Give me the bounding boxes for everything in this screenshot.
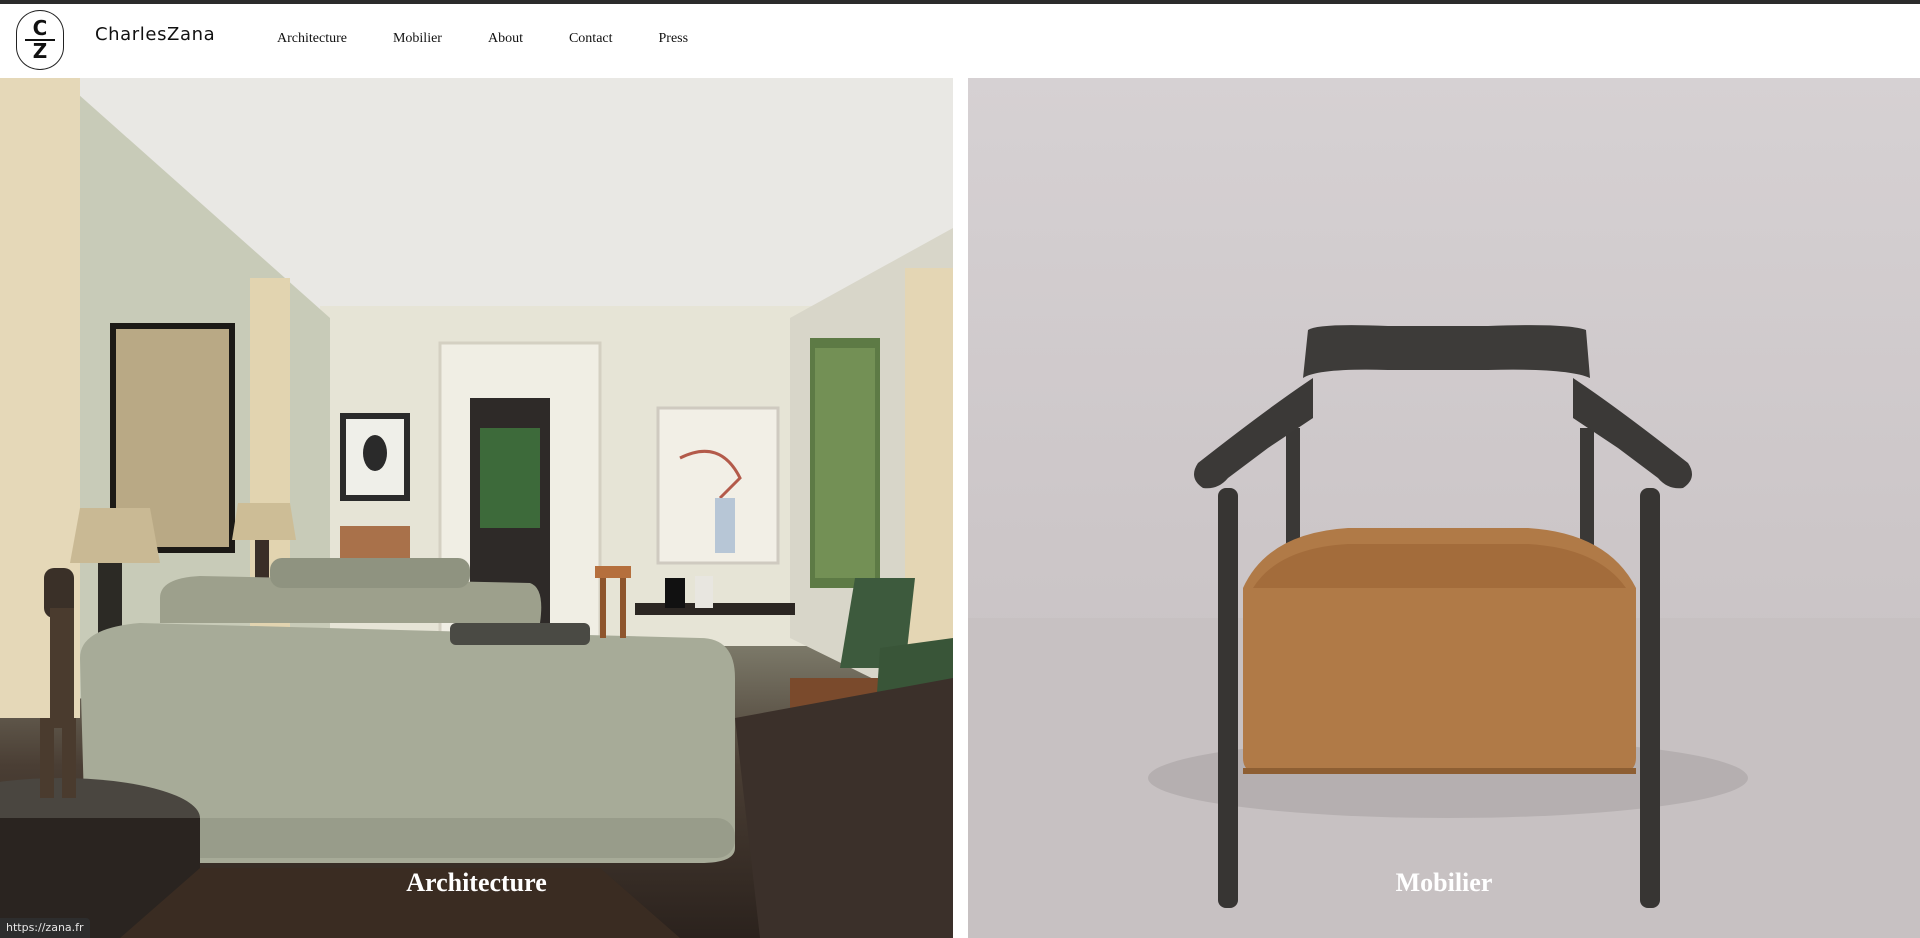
logo-letter-z: Z <box>32 38 48 63</box>
architecture-panel[interactable]: Architecture <box>0 78 953 938</box>
main-nav: Architecture Mobilier About Contact Pres… <box>277 31 734 47</box>
architecture-title[interactable]: Architecture <box>0 868 953 898</box>
nav-press[interactable]: Press <box>659 31 689 47</box>
link-status-tooltip: https://zana.fr <box>0 918 90 938</box>
living-room-photo <box>0 78 953 938</box>
nav-about[interactable]: About <box>488 31 523 47</box>
nav-architecture[interactable]: Architecture <box>277 31 347 47</box>
logo-letter-c: C <box>32 16 48 41</box>
nav-mobilier[interactable]: Mobilier <box>393 31 442 47</box>
mobilier-panel[interactable]: Mobilier <box>968 78 1920 938</box>
nav-contact[interactable]: Contact <box>569 31 613 47</box>
site-header: C Z CharlesZana Architecture Mobilier Ab… <box>0 4 1920 78</box>
cz-logo[interactable]: C Z <box>16 10 64 70</box>
armchair-photo <box>968 325 1920 938</box>
brand-name[interactable]: CharlesZana <box>95 24 215 45</box>
mobilier-title[interactable]: Mobilier <box>968 868 1920 898</box>
